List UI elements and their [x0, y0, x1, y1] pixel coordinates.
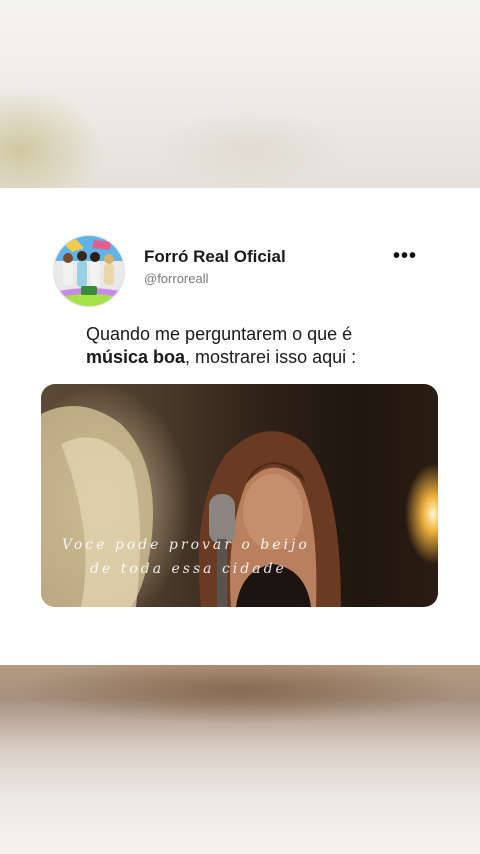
caption-bold: música boa — [86, 347, 186, 367]
lyrics-overlay: Voce pode provar o beijo de toda essa ci… — [62, 533, 322, 581]
blurred-background-bottom — [0, 665, 480, 854]
post-caption: Quando me perguntarem o que é música boa… — [86, 323, 426, 369]
avatar[interactable] — [53, 235, 125, 307]
lyrics-line-2: de toda essa cidade — [90, 561, 287, 577]
ellipsis-icon[interactable]: ••• — [393, 246, 419, 270]
avatar-image — [54, 236, 124, 306]
author-name[interactable]: Forró Real Oficial — [144, 247, 286, 267]
author-handle[interactable]: @forroreall — [144, 271, 209, 286]
caption-line1: Quando me perguntarem o que é — [86, 324, 353, 344]
video-thumbnail[interactable]: Voce pode provar o beijo de toda essa ci… — [41, 384, 438, 607]
blurred-background-top — [0, 0, 480, 190]
lyrics-line-1: Voce pode provar o beijo — [62, 537, 310, 553]
caption-rest: , mostrarei isso aqui : — [185, 347, 357, 367]
